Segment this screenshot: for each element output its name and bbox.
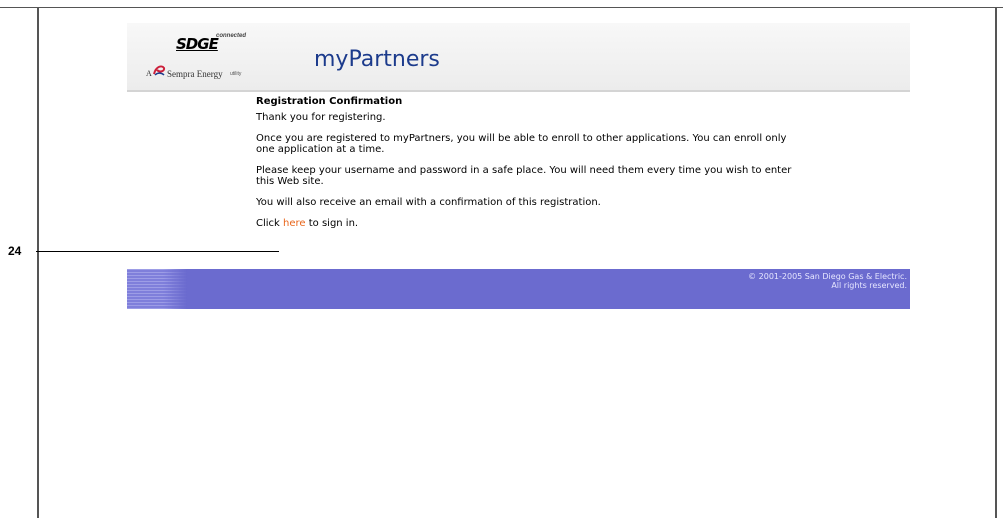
logo-brand: SDGE (176, 35, 219, 53)
signin-link[interactable]: here (283, 218, 306, 229)
page-title: Registration Confirmation (256, 96, 403, 107)
copyright-line-2: All rights reserved. (831, 281, 907, 290)
frame-top-border (0, 7, 1003, 8)
page-footer: © 2001-2005 San Diego Gas & Electric. Al… (127, 269, 910, 309)
callout-number: 24 (8, 244, 22, 258)
signin-text: Click here to sign in. (256, 218, 796, 229)
logo-parent-suffix: utility (230, 71, 242, 77)
sdge-logo[interactable]: SDGE connected A Sempra Energy utility (146, 33, 256, 81)
enroll-info-text: Once you are registered to myPartners, y… (256, 133, 787, 155)
frame-left-border (37, 7, 39, 518)
signin-prefix: Click (256, 218, 284, 229)
footer-decoration (127, 269, 187, 309)
callout-line (36, 251, 279, 252)
page-header: SDGE connected A Sempra Energy utility m… (127, 23, 910, 92)
app-title: myPartners (314, 47, 440, 72)
credentials-info-text: Please keep your username and password i… (256, 165, 792, 187)
copyright-line-1: © 2001-2005 San Diego Gas & Electric. (748, 272, 907, 281)
frame-right-border (995, 7, 997, 518)
registration-content: Registration Confirmation Thank you for … (256, 96, 796, 239)
logo-tagline: connected (216, 33, 247, 39)
email-confirmation-text: You will also receive an email with a co… (256, 197, 601, 208)
logo-parent: Sempra Energy (167, 69, 223, 79)
sempra-swirl-icon (153, 65, 166, 76)
logo-parent-prefix: A (146, 69, 152, 78)
thank-you-text: Thank you for registering. (256, 112, 386, 123)
copyright-text: © 2001-2005 San Diego Gas & Electric. Al… (748, 272, 907, 290)
signin-suffix: to sign in. (305, 218, 359, 229)
